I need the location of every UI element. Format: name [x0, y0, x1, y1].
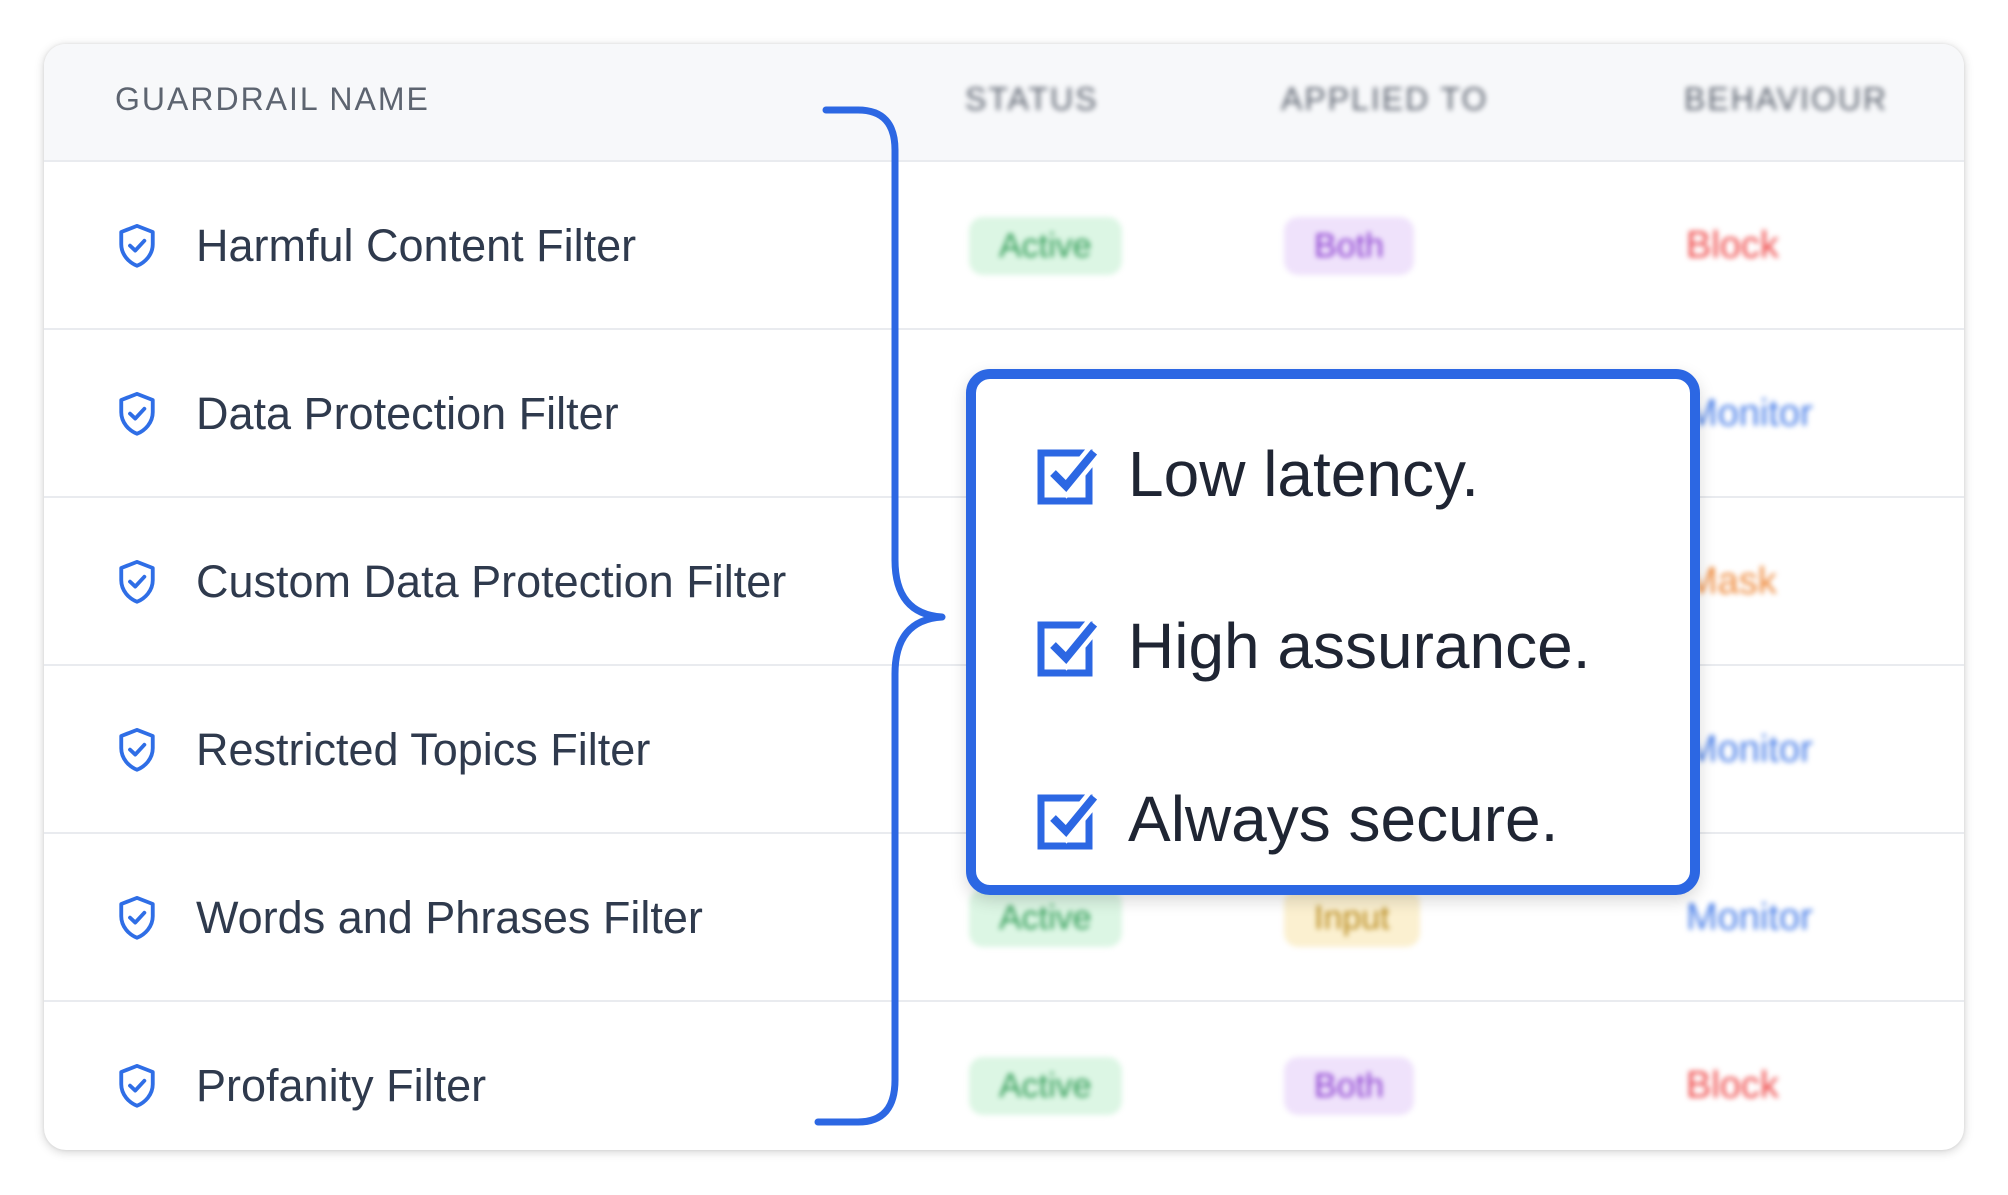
features-callout: Low latency. High assurance. Always secu…: [966, 369, 1700, 895]
feature-text: Low latency.: [1128, 438, 1479, 510]
checked-box-icon: [1037, 618, 1098, 677]
feature-text: Always secure.: [1128, 783, 1559, 855]
checked-box-icon: [1037, 791, 1098, 850]
checked-box-icon: [1037, 446, 1098, 505]
feature-text: High assurance.: [1128, 610, 1591, 682]
